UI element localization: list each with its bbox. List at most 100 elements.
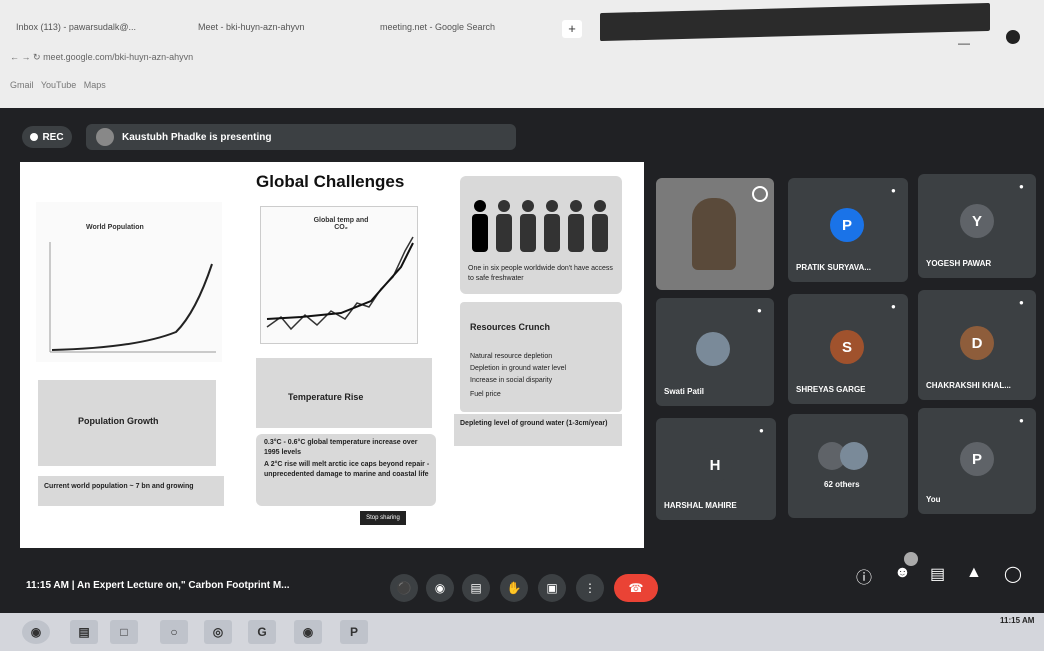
tab-meet[interactable]: Meet - bki-huyn-azn-ahyvn	[198, 22, 368, 40]
tab-gmail[interactable]: Inbox (113) - pawarsudalk@...	[16, 22, 186, 40]
participant-tile-harshal[interactable]: H ● HARSHAL MAHIRE	[656, 418, 776, 520]
participant-tile-chakrakshi[interactable]: D ● CHAKRAKSHI KHAL...	[918, 290, 1036, 400]
others-avatar-2	[840, 442, 868, 470]
meeting-time: 11:15 AM	[26, 580, 69, 591]
bookmark-gmail[interactable]: Gmail	[10, 80, 34, 90]
population-growth-box: Population Growth	[38, 380, 216, 466]
mic-button[interactable]: ⚫	[390, 574, 418, 602]
profile-icon[interactable]	[1006, 30, 1020, 44]
participant-tile-others[interactable]: 62 others	[788, 414, 908, 518]
bookmark-maps[interactable]: Maps	[84, 80, 106, 90]
temperature-curve-icon	[266, 236, 414, 331]
resource-bullet-3: Increase in social disparity	[470, 377, 553, 384]
population-growth-label: Population Growth	[78, 416, 159, 426]
video-feed	[692, 198, 736, 270]
minimize-icon[interactable]: —	[958, 36, 970, 50]
new-tab-button[interactable]: +	[562, 20, 582, 38]
participant-name: CHAKRAKSHI KHAL...	[926, 381, 1011, 390]
presenting-text: Kaustubh Phadke is presenting	[122, 131, 272, 143]
population-chart: World Population	[36, 202, 222, 362]
mic-off-icon: ●	[1019, 416, 1024, 425]
people-icon	[472, 200, 608, 252]
rec-dot-icon	[30, 133, 39, 141]
raise-hand-button[interactable]: ✋	[500, 574, 528, 602]
meeting-title: An Expert Lecture on," Carbon Footprint …	[76, 580, 290, 591]
more-options-button[interactable]: ⋮	[576, 574, 604, 602]
participant-name: Swati Patil	[664, 387, 705, 396]
participant-tile-yogesh[interactable]: Y ● YOGESH PAWAR	[918, 174, 1036, 278]
present-button[interactable]: ▣	[538, 574, 566, 602]
ground-water-text: Depleting level of ground water (1-3cm/y…	[460, 420, 608, 427]
avatar: D	[960, 326, 994, 360]
ground-water-box: Depleting level of ground water (1-3cm/y…	[454, 414, 622, 446]
resources-box: Resources Crunch Natural resource deplet…	[460, 302, 622, 412]
participant-tile-shreyas[interactable]: S ● SHREYAS GARGE	[788, 294, 908, 404]
windows-taskbar	[0, 613, 1044, 651]
people-button-icon[interactable]: ☻	[894, 564, 911, 582]
resource-bullet-4: Fuel price	[470, 391, 501, 398]
resources-title: Resources Crunch	[470, 322, 551, 332]
avatar: Y	[960, 204, 994, 238]
participant-tile-swati[interactable]: ● Swati Patil	[656, 298, 774, 406]
avatar	[696, 332, 730, 366]
avatar: P	[830, 208, 864, 242]
camera-button[interactable]: ◉	[426, 574, 454, 602]
nav-arrows-icon[interactable]: ← → ↻	[10, 52, 41, 62]
mic-off-icon: ●	[757, 306, 762, 315]
info-icon[interactable]: ⓘ	[856, 564, 872, 588]
participant-name: SHREYAS GARGE	[796, 385, 866, 394]
mic-off-icon: ●	[1019, 298, 1024, 307]
stop-sharing-button[interactable]: Stop sharing	[360, 511, 406, 525]
temp-bullet-2: A 2°C rise will melt arctic ice caps bey…	[264, 461, 430, 478]
taskbar-clock: 11:15 AM	[1000, 616, 1035, 625]
taskbar-folder[interactable]: □	[110, 620, 138, 644]
temp-bullets-box: 0.3°C - 0.6°C global temperature increas…	[256, 434, 436, 506]
rec-badge: REC	[22, 126, 72, 148]
chat-icon[interactable]: ▤	[930, 564, 945, 584]
participant-name: You	[926, 495, 941, 504]
water-scarcity-box: One in six people worldwide don't have a…	[460, 176, 622, 294]
current-population-box: Current world population ~ 7 bn and grow…	[38, 476, 224, 506]
mic-off-icon: ●	[759, 426, 764, 435]
participant-tile-presenter[interactable]	[656, 178, 774, 290]
mic-off-icon: ●	[891, 302, 896, 311]
presenting-banner: Kaustubh Phadke is presenting	[86, 124, 516, 150]
host-controls-icon[interactable]: ◯	[1004, 564, 1022, 584]
taskbar-app3[interactable]: ◉	[294, 620, 322, 644]
end-call-button[interactable]: ☎	[614, 574, 658, 602]
activities-icon[interactable]: ▲	[966, 564, 982, 582]
taskbar-explorer[interactable]: ▤	[70, 620, 98, 644]
taskbar-app[interactable]: ○	[160, 620, 188, 644]
captions-button[interactable]: ▤	[462, 574, 490, 602]
address-bar[interactable]: ← → ↻ meet.google.com/bki-huyn-azn-ahyvn	[10, 52, 610, 70]
shared-slide: Global Challenges World Population Popul…	[20, 162, 644, 548]
population-curve-icon	[49, 242, 216, 353]
speaking-icon	[752, 186, 768, 202]
temp-bullet-1: 0.3°C - 0.6°C global temperature increas…	[264, 439, 418, 456]
participant-tile-pratik[interactable]: P ● PRATIK SURYAVA...	[788, 178, 908, 282]
people-count-badge	[904, 552, 918, 566]
water-scarcity-text: One in six people worldwide don't have a…	[468, 265, 613, 282]
avatar: P	[960, 442, 994, 476]
tab-search[interactable]: meeting.net - Google Search	[380, 22, 550, 40]
temperature-rise-box: Temperature Rise	[256, 358, 432, 428]
participant-name: HARSHAL MAHIRE	[664, 501, 737, 510]
taskbar-app2[interactable]: ◎	[204, 620, 232, 644]
bookmarks-bar: Gmail YouTube Maps	[10, 80, 610, 96]
mic-off-icon: ●	[891, 186, 896, 195]
bookmark-youtube[interactable]: YouTube	[41, 80, 76, 90]
rec-label: REC	[42, 131, 64, 143]
taskbar-chrome[interactable]: G	[248, 620, 276, 644]
resource-bullet-1: Natural resource depletion	[470, 353, 553, 360]
current-population-text: Current world population ~ 7 bn and grow…	[44, 483, 194, 490]
taskbar-powerpoint[interactable]: P	[340, 620, 368, 644]
participant-tile-you[interactable]: P ● You	[918, 408, 1036, 514]
start-button[interactable]: ◉	[22, 620, 50, 644]
others-count: 62 others	[824, 480, 860, 489]
presenter-avatar	[96, 128, 114, 146]
url-text: meet.google.com/bki-huyn-azn-ahyvn	[43, 52, 194, 62]
resource-bullet-2: Depletion in ground water level	[470, 365, 567, 372]
participant-name: PRATIK SURYAVA...	[796, 263, 871, 272]
avatar: H	[698, 448, 732, 482]
participant-name: YOGESH PAWAR	[926, 259, 992, 268]
